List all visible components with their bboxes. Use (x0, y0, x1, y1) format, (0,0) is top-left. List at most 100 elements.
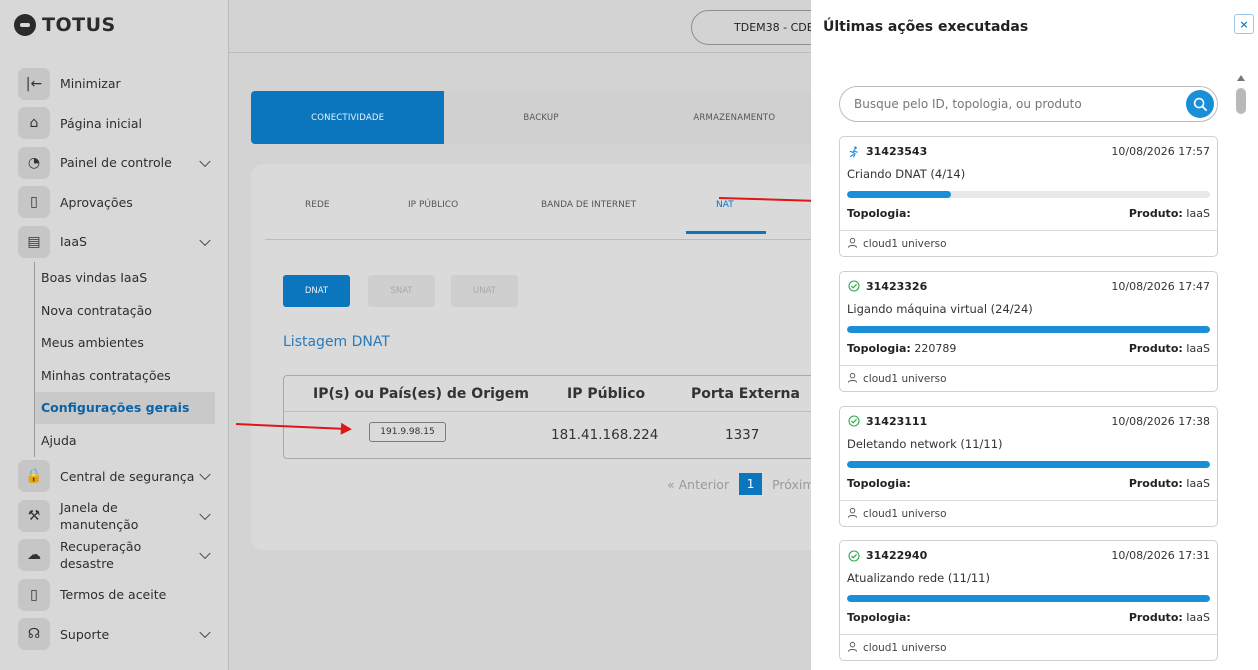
scroll-up-icon[interactable] (1237, 75, 1245, 81)
action-id: 31423543 (866, 145, 928, 158)
iaas-submenu: Boas vindas IaaS Nova contratação Meus amb… (34, 261, 228, 457)
submenu-item[interactable]: Ajuda (35, 424, 228, 457)
user-icon (847, 507, 858, 521)
product-value: IaaS (1186, 341, 1210, 355)
section-title: Listagem DNAT (283, 334, 390, 350)
port-cell: 1337 (725, 427, 760, 443)
chip-snat[interactable]: SNAT (368, 275, 435, 307)
search-button[interactable] (1186, 90, 1214, 118)
submenu-item[interactable]: Boas vindas IaaS (35, 262, 228, 295)
action-date: 10/08/2026 17:31 (1111, 549, 1210, 563)
chevron-down-icon[interactable] (199, 626, 211, 639)
sidebar-item-label: Central de segurança (60, 468, 195, 484)
totus-logo[interactable]: TOTUS (14, 14, 116, 36)
action-progress-fill (847, 191, 951, 198)
submenu-item[interactable]: Minhas contratações (35, 359, 228, 392)
sidebar: TOTUS |← Minimizar ⌂ Página inicial ◔ Painel … (0, 0, 229, 670)
check-circle-icon (847, 280, 860, 293)
submenu-item[interactable]: Nova contratação (35, 294, 228, 327)
pagination-prev[interactable]: « Anterior (667, 477, 729, 492)
subtab-ip-publico[interactable]: IP PÚBLICO (408, 200, 458, 210)
chevron-down-icon[interactable] (199, 508, 211, 520)
action-card[interactable]: 31423111 10/08/2026 17:38 Deletando networ… (839, 405, 1218, 527)
action-id: 31423111 (866, 414, 928, 428)
action-card[interactable]: 31422940 10/08/2026 17:31 Atualizando rede… (839, 540, 1218, 662)
topology-label: Topologia: (847, 476, 911, 490)
chip-dnat[interactable]: DNAT (283, 275, 350, 307)
tab-armazenamento[interactable]: ARMAZENAMENTO (638, 91, 831, 144)
subtabs: REDE IP PÚBLICO BANDA DE INTERNET NAT (265, 194, 825, 240)
sidebar-item-termos-de-aceite[interactable]: ▯ Termos de aceite (0, 575, 228, 615)
product-value: IaaS (1186, 207, 1210, 220)
action-progress-fill (847, 325, 1210, 333)
action-id: 31422940 (866, 549, 928, 563)
action-product: Produto: IaaS (1129, 611, 1210, 624)
tab-conectividade[interactable]: CONECTIVIDADE (251, 91, 445, 144)
sidebar-item-central-de-seguranca[interactable]: 🔒 Central de segurança (0, 457, 228, 497)
sidebar-item-label: Aprovações (60, 194, 133, 210)
chevron-down-icon[interactable] (199, 155, 211, 167)
action-card[interactable]: 31423543 10/08/2026 17:57 Criando DNAT (4/… (839, 136, 1218, 257)
subtab-nat[interactable]: NAT (716, 200, 734, 210)
action-progress-fill (847, 460, 1210, 468)
document-icon: ▯ (18, 578, 50, 611)
action-progress (847, 325, 1210, 333)
subtab-banda-internet[interactable]: BANDA DE INTERNET (541, 200, 636, 210)
user-name: cloud1 universo (863, 372, 947, 385)
action-topology: Topologia: (847, 477, 911, 490)
topology-label: Topologia: (847, 611, 911, 625)
headset-icon: ☊ (18, 618, 50, 651)
product-value: IaaS (1186, 611, 1210, 625)
submenu-item[interactable]: Meus ambientes (35, 327, 228, 360)
sidebar-item-iaas[interactable]: ▤ IaaS (0, 222, 228, 262)
topology-label: Topologia: (847, 341, 911, 355)
action-product: Produto: IaaS (1129, 477, 1210, 490)
sidebar-item-label: Janela de manutenção (60, 499, 139, 532)
subtab-rede[interactable]: REDE (305, 200, 330, 210)
chevron-down-icon[interactable] (199, 547, 211, 560)
sidebar-item-janela-de-manutencao[interactable]: ⚒ Janela de manutenção (0, 496, 228, 536)
table-divider (284, 411, 842, 412)
close-panel-button[interactable]: × (1234, 14, 1254, 34)
totus-logo-icon (14, 14, 36, 36)
sidebar-item-suporte[interactable]: ☊ Suporte (0, 615, 228, 655)
chip-unat[interactable]: UNAT (451, 275, 518, 307)
sidebar-item-recuperacao-desastre[interactable]: ☁ Recuperação desastre (0, 536, 228, 576)
public-ip-cell: 181.41.168.224 (551, 427, 659, 443)
sidebar-nav: |← Minimizar ⌂ Página inicial ◔ Painel de con… (0, 64, 228, 655)
product-label: Produto: (1128, 611, 1183, 625)
subtab-active-indicator (686, 231, 766, 234)
submenu-item[interactable]: Configurações gerais (35, 391, 215, 424)
action-progress (847, 595, 1210, 603)
scroll-thumb[interactable] (1236, 88, 1246, 114)
sidebar-item-pagina-inicial[interactable]: ⌂ Página inicial (0, 104, 228, 144)
action-description: Ligando máquina virtual (24/24) (847, 301, 1033, 316)
sidebar-item-label: Termos de aceite (60, 587, 167, 603)
action-topology: Topologia: (847, 207, 911, 220)
sidebar-item-minimizar[interactable]: |← Minimizar (0, 64, 228, 104)
action-topology: Topologia: (847, 611, 911, 624)
chevron-down-icon[interactable] (199, 234, 211, 246)
action-divider (840, 230, 1217, 231)
collapse-icon: |← (18, 67, 50, 100)
chevron-down-icon[interactable] (199, 468, 211, 481)
pagination-page-1[interactable]: 1 (739, 473, 763, 495)
sidebar-item-label: Painel de controle (60, 155, 172, 171)
logo-text: TOTUS (42, 14, 116, 36)
action-product: Produto: IaaS (1129, 342, 1210, 355)
dnat-table: IP(s) ou País(es) de Origem IP Público P… (283, 375, 843, 459)
search-input[interactable] (854, 87, 1174, 121)
sidebar-item-label: Minimizar (60, 76, 121, 92)
action-description: Criando DNAT (4/14) (847, 167, 966, 181)
action-description: Atualizando rede (11/11) (847, 571, 990, 586)
sidebar-item-painel-de-controle[interactable]: ◔ Painel de controle (0, 143, 228, 183)
document-check-icon: ▯ (18, 186, 50, 219)
action-card[interactable]: 31423326 10/08/2026 17:47 Ligando máquina … (839, 270, 1218, 392)
action-user: cloud1 universo (847, 507, 947, 521)
panel-scrollbar[interactable] (1236, 72, 1246, 670)
action-date: 10/08/2026 17:57 (1111, 145, 1210, 158)
action-date: 10/08/2026 17:38 (1111, 414, 1210, 428)
action-date: 10/08/2026 17:47 (1111, 279, 1210, 293)
sidebar-item-aprovacoes[interactable]: ▯ Aprovações (0, 183, 228, 223)
tab-backup[interactable]: BACKUP (444, 91, 637, 144)
